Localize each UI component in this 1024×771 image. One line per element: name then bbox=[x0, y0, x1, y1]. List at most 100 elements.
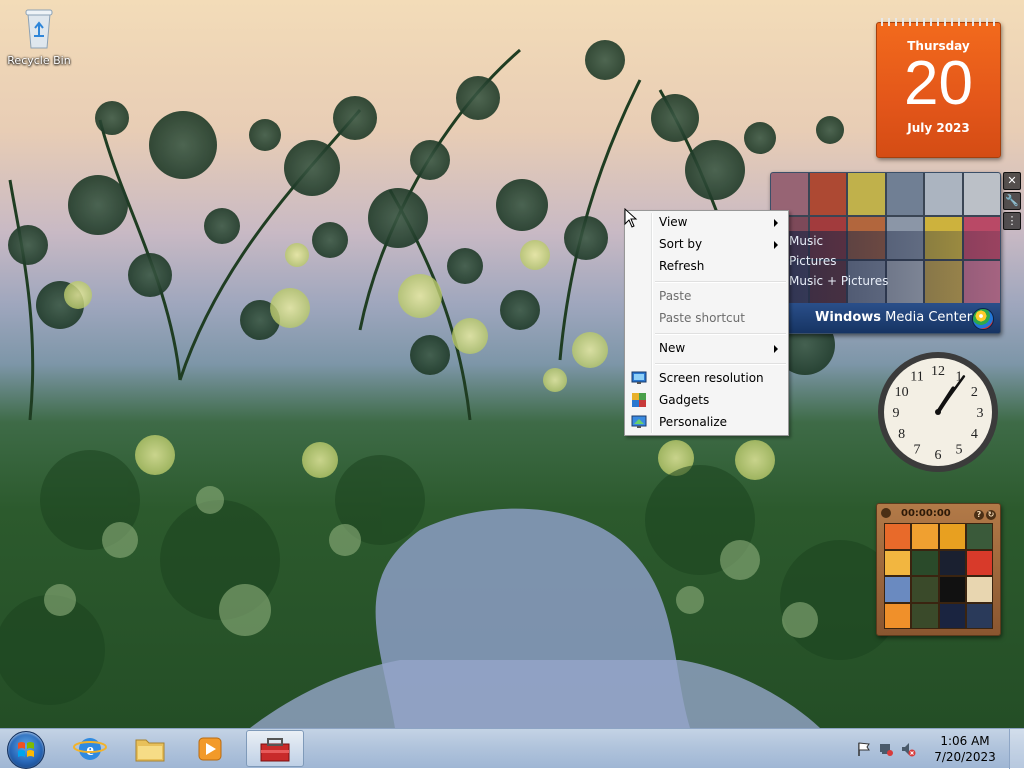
menu-item-new[interactable]: New bbox=[627, 337, 786, 359]
personalize-icon bbox=[631, 415, 647, 428]
menu-separator bbox=[655, 363, 786, 365]
clock-number: 3 bbox=[977, 406, 984, 421]
calendar-date: 20 bbox=[904, 49, 973, 118]
puzzle-tile[interactable] bbox=[885, 524, 911, 549]
taskbar-clock[interactable]: 1:06 AM 7/20/2023 bbox=[930, 733, 1000, 765]
menu-item-label: Paste bbox=[659, 289, 692, 303]
desktop-context-menu: View Sort by Refresh Paste Paste shortcu… bbox=[624, 210, 789, 436]
taskbar-windows-media-player[interactable] bbox=[184, 730, 236, 767]
puzzle-tile[interactable] bbox=[939, 524, 965, 549]
menu-item-screen-resolution[interactable]: Screen resolution bbox=[627, 367, 786, 389]
clock-number: 7 bbox=[914, 442, 921, 457]
mouse-cursor-icon bbox=[624, 208, 638, 228]
media-center-item-music-pictures[interactable]: Music + Pictures bbox=[771, 271, 1000, 291]
gadget-toolbar: ✕ 🔧 ⋮ bbox=[1003, 172, 1021, 230]
taskbar-toolbox-app[interactable] bbox=[246, 730, 304, 767]
puzzle-header: 00:00:00 ? ↻ bbox=[881, 507, 996, 521]
puzzle-board[interactable] bbox=[884, 523, 993, 629]
menu-item-label: Personalize bbox=[659, 415, 728, 429]
puzzle-tile[interactable] bbox=[966, 603, 992, 628]
menu-item-gadgets[interactable]: Gadgets bbox=[627, 389, 786, 411]
clock-gadget[interactable]: 12 1234567891011 bbox=[876, 350, 1000, 474]
menu-item-sort-by[interactable]: Sort by bbox=[627, 233, 786, 255]
media-center-title: Windows Media Center bbox=[815, 303, 972, 333]
media-center-menu: Music Pictures Music + Pictures bbox=[771, 231, 1000, 303]
gadget-drag-handle-icon[interactable]: ⋮ bbox=[1003, 212, 1021, 230]
media-center-title-product: Media Center bbox=[881, 310, 973, 325]
puzzle-tile[interactable] bbox=[966, 524, 992, 549]
puzzle-tile[interactable] bbox=[939, 577, 965, 602]
clock-number: 10 bbox=[895, 385, 909, 400]
menu-item-label: Sort by bbox=[659, 237, 703, 251]
volume-muted-icon[interactable] bbox=[900, 741, 916, 757]
clock-number: 12 bbox=[931, 364, 945, 379]
network-icon[interactable] bbox=[878, 741, 894, 757]
calendar-month-year: July 2023 bbox=[907, 121, 970, 135]
start-button[interactable] bbox=[7, 731, 45, 769]
clock-number: 4 bbox=[971, 427, 978, 442]
puzzle-tile[interactable] bbox=[912, 603, 938, 628]
desktop[interactable]: Recycle Bin Thursday 20 July 2023 Music … bbox=[0, 0, 1024, 728]
calendar-rings bbox=[881, 18, 996, 26]
submenu-arrow-icon bbox=[774, 241, 778, 249]
clock-number: 6 bbox=[935, 448, 942, 463]
screen-resolution-icon bbox=[631, 371, 647, 384]
puzzle-help-icon[interactable]: ? bbox=[974, 510, 984, 520]
puzzle-tile[interactable] bbox=[939, 603, 965, 628]
menu-item-label: Refresh bbox=[659, 259, 705, 273]
toolbox-icon bbox=[260, 738, 290, 762]
menu-item-paste: Paste bbox=[627, 285, 786, 307]
system-tray: 1:06 AM 7/20/2023 bbox=[854, 729, 1024, 769]
menu-item-label: View bbox=[659, 215, 688, 229]
menu-item-label: Screen resolution bbox=[659, 371, 764, 385]
puzzle-shuffle-icon[interactable]: ↻ bbox=[986, 510, 996, 520]
media-center-item-music[interactable]: Music bbox=[771, 231, 1000, 251]
puzzle-tile[interactable] bbox=[966, 577, 992, 602]
windows-logo-icon bbox=[18, 742, 34, 757]
picture-puzzle-gadget[interactable]: 00:00:00 ? ↻ bbox=[876, 503, 1001, 636]
internet-explorer-icon: e bbox=[73, 738, 107, 760]
puzzle-back-icon[interactable] bbox=[881, 508, 891, 518]
submenu-arrow-icon bbox=[774, 219, 778, 227]
menu-item-label: New bbox=[659, 341, 686, 355]
action-center-flag-icon[interactable] bbox=[856, 741, 872, 757]
clock-number: 9 bbox=[893, 406, 900, 421]
menu-item-paste-shortcut: Paste shortcut bbox=[627, 307, 786, 329]
puzzle-tile[interactable] bbox=[966, 550, 992, 575]
recycle-bin-shortcut[interactable]: Recycle Bin bbox=[6, 6, 72, 67]
media-center-title-bar[interactable]: Windows Media Center bbox=[771, 303, 1000, 333]
recycle-bin-icon bbox=[25, 9, 53, 49]
menu-separator bbox=[655, 333, 786, 335]
media-center-gadget[interactable]: Music Pictures Music + Pictures Windows … bbox=[770, 172, 1001, 334]
clock-number: 5 bbox=[956, 442, 963, 457]
puzzle-tile[interactable] bbox=[885, 550, 911, 575]
media-center-item-pictures[interactable]: Pictures bbox=[771, 251, 1000, 271]
puzzle-tile[interactable] bbox=[885, 603, 911, 628]
recycle-bin-label: Recycle Bin bbox=[7, 54, 71, 67]
menu-item-refresh[interactable]: Refresh bbox=[627, 255, 786, 277]
puzzle-tile[interactable] bbox=[912, 577, 938, 602]
clock-number: 2 bbox=[971, 385, 978, 400]
puzzle-tile[interactable] bbox=[885, 577, 911, 602]
taskbar-internet-explorer[interactable]: e bbox=[64, 730, 116, 767]
gadget-close-icon[interactable]: ✕ bbox=[1003, 172, 1021, 190]
menu-item-personalize[interactable]: Personalize bbox=[627, 411, 786, 433]
puzzle-tile[interactable] bbox=[912, 550, 938, 575]
wallpaper bbox=[0, 40, 900, 728]
calendar-gadget[interactable]: Thursday 20 July 2023 bbox=[876, 18, 1001, 158]
menu-item-label: Gadgets bbox=[659, 393, 710, 407]
menu-item-label: Paste shortcut bbox=[659, 311, 745, 325]
puzzle-tile[interactable] bbox=[912, 524, 938, 549]
media-player-icon bbox=[198, 737, 222, 761]
gadget-options-wrench-icon[interactable]: 🔧 bbox=[1003, 192, 1021, 210]
clock-number: 8 bbox=[898, 427, 905, 442]
show-desktop-button[interactable] bbox=[1009, 729, 1024, 769]
menu-separator bbox=[655, 281, 786, 283]
taskbar-windows-explorer[interactable] bbox=[124, 730, 176, 767]
taskbar-date: 7/20/2023 bbox=[934, 750, 996, 764]
puzzle-tile[interactable] bbox=[939, 550, 965, 575]
taskbar: e 1:06 AM 7/20/2023 bbox=[0, 728, 1024, 769]
puzzle-timer: 00:00:00 bbox=[901, 508, 951, 519]
menu-item-view[interactable]: View bbox=[627, 211, 786, 233]
windows-media-center-logo-icon bbox=[972, 308, 994, 330]
